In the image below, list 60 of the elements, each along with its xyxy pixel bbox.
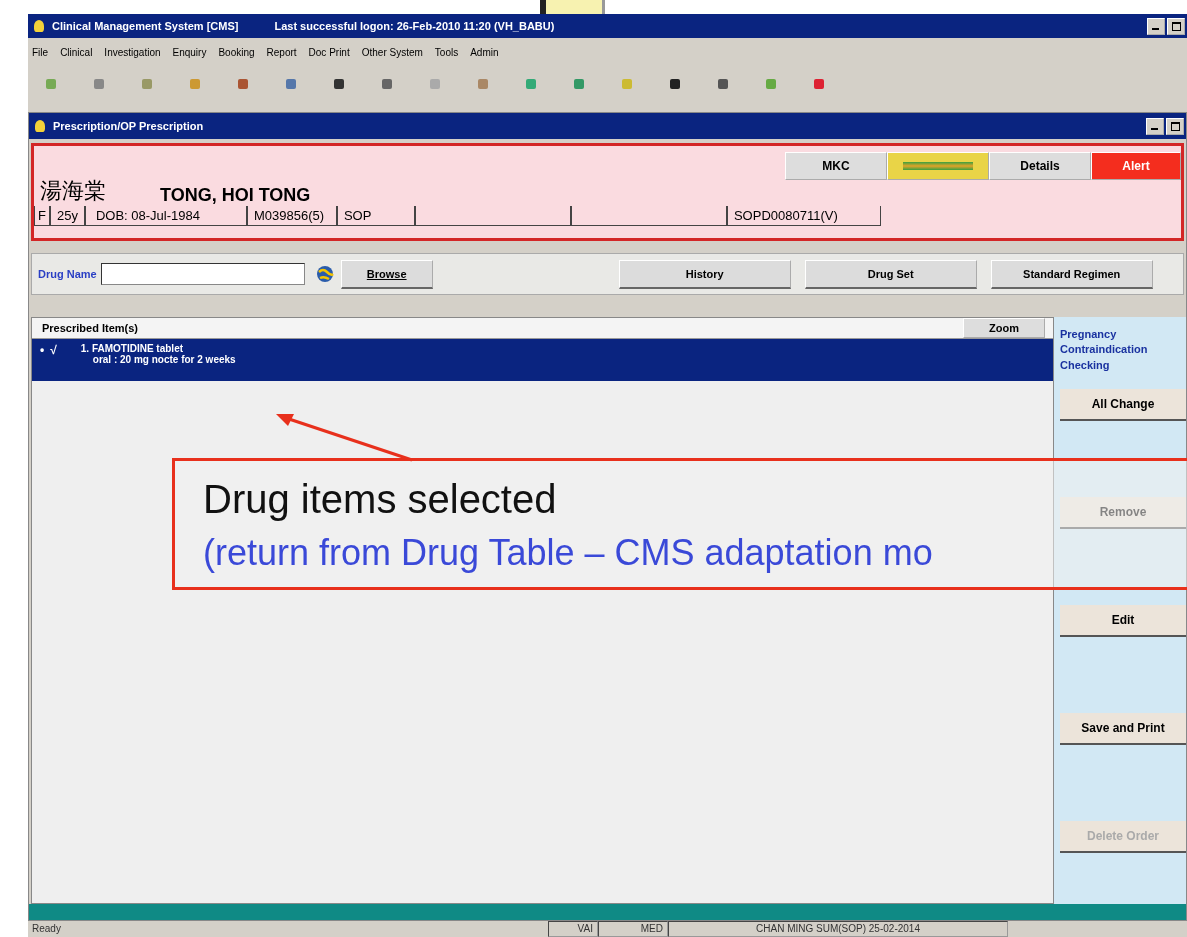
menu-item[interactable]: Report xyxy=(266,46,297,58)
globe-icon[interactable] xyxy=(314,264,335,284)
maximize-icon xyxy=(1170,121,1180,131)
toolbar-icon[interactable] xyxy=(332,77,346,91)
prescribed-item[interactable]: • √ 1. FAMOTIDINE tablet oral : 20 mg nocte for 2 weeks xyxy=(32,339,1053,381)
status-bar-field: CHAN MING SUM(SOP) 25-02-2014 xyxy=(668,921,1008,937)
patient-field: 25y xyxy=(49,206,85,226)
status-bar-field: Ready xyxy=(28,922,548,936)
maximize-button[interactable] xyxy=(1167,17,1185,35)
patient-name: TONG, HOI TONG xyxy=(160,185,311,206)
menu-item[interactable]: Other System xyxy=(361,46,423,58)
patient-chinese-name: 湯海棠 xyxy=(39,177,106,205)
patient-field: SOP xyxy=(336,206,415,226)
action-button[interactable]: Standard Regimen xyxy=(990,259,1153,289)
menu-item[interactable]: Enquiry xyxy=(172,46,207,58)
menu-item[interactable]: Investigation xyxy=(104,46,161,58)
drug-name-label: Drug Name xyxy=(37,268,98,280)
toolbar-icon[interactable] xyxy=(668,77,682,91)
drug-name-text: 1. FAMOTIDINE tablet xyxy=(80,343,185,354)
menu-item[interactable]: Tools xyxy=(434,46,459,58)
menu-item[interactable]: Booking xyxy=(218,46,255,58)
alert-button[interactable]: Alert xyxy=(1091,152,1181,180)
list-heading: Prescribed Item(s) xyxy=(41,322,138,334)
patient-field: SOPD0080711(V) xyxy=(726,206,881,226)
patient-field: F xyxy=(34,206,50,226)
maximize-button[interactable] xyxy=(1166,117,1184,135)
status-bar-field: VAI xyxy=(548,921,598,937)
menu-item[interactable]: Admin xyxy=(470,46,499,58)
pregnancy-check-link[interactable]: Pregnancy Contraindication Checking xyxy=(1054,317,1186,374)
window-title: Clinical Management System [CMS] xyxy=(52,20,239,32)
action-button[interactable]: History xyxy=(618,259,791,289)
menu-item[interactable]: File xyxy=(32,46,49,58)
side-button[interactable]: Edit xyxy=(1060,605,1186,638)
patient-field: DOB: 08-Jul-1984 xyxy=(84,206,247,226)
last-login-text: Last successful logon: 26-Feb-2010 11:20 (VH_BABU) xyxy=(274,20,555,32)
status-banner-button[interactable] xyxy=(887,152,989,180)
dosage-text: oral : 20 mg nocte for 2 weeks xyxy=(91,354,236,365)
toolbar-icon[interactable] xyxy=(716,77,730,91)
callout-subtitle: (return from Drug Table – CMS adaptation mo xyxy=(203,532,933,574)
drug-name-field[interactable] xyxy=(100,263,305,285)
zoom-button[interactable]: Zoom xyxy=(963,318,1045,338)
action-button[interactable]: Drug Set xyxy=(804,259,977,289)
window-title: Prescription/OP Prescription xyxy=(53,120,204,132)
menu-item[interactable]: Clinical xyxy=(60,46,93,58)
minimize-button[interactable] xyxy=(1146,117,1164,135)
patient-field: M039856(5) xyxy=(246,206,337,226)
callout-title: Drug items selected xyxy=(203,477,557,522)
side-button[interactable]: All Change xyxy=(1060,389,1186,422)
header-button[interactable]: Details xyxy=(989,152,1091,180)
app-icon xyxy=(34,20,44,32)
menu-item[interactable]: Doc Print xyxy=(308,46,350,58)
status-bar-field: MED xyxy=(598,921,668,937)
tick-text: √ xyxy=(50,343,57,357)
minimize-button[interactable] xyxy=(1147,17,1165,35)
side-button[interactable]: Save and Print xyxy=(1060,713,1186,746)
maximize-icon xyxy=(1171,21,1181,31)
bullet-text: • xyxy=(40,343,45,357)
header-button[interactable]: MKC xyxy=(785,152,887,180)
browse-button[interactable]: Browse xyxy=(340,259,433,289)
window-icon xyxy=(35,120,45,132)
